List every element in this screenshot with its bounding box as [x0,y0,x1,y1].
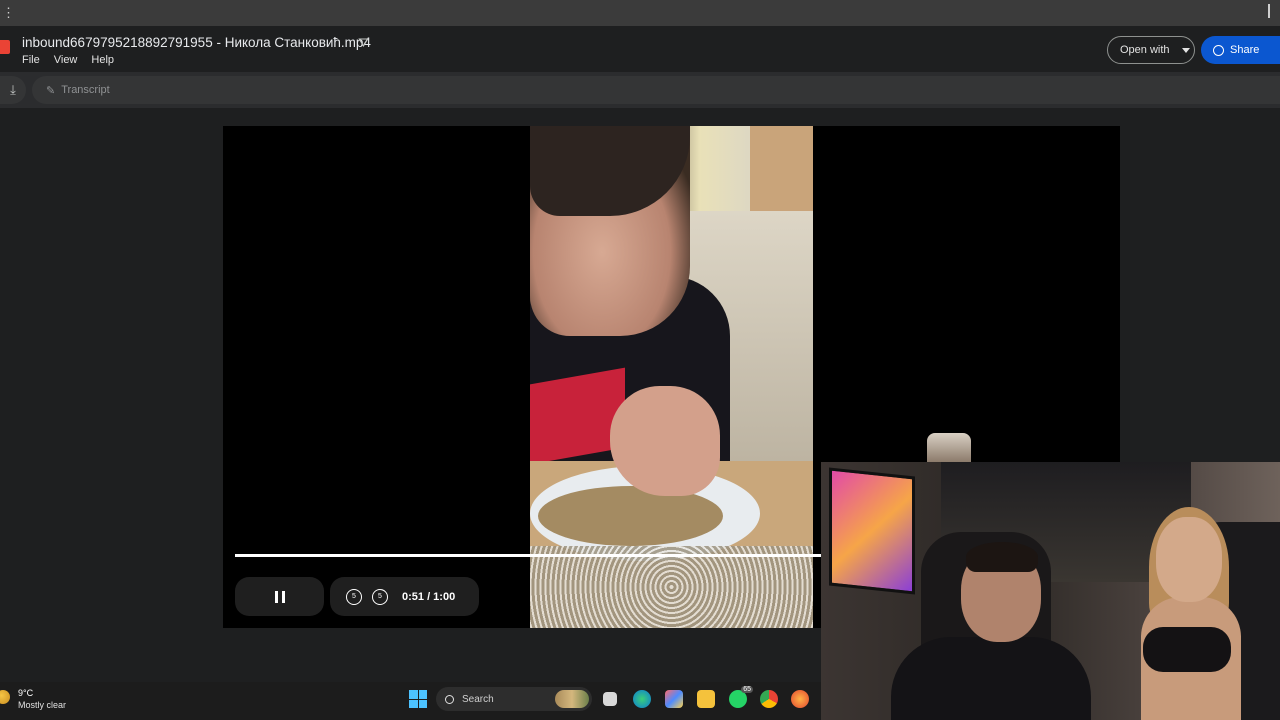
webcam-man-hair [966,542,1038,572]
transcript-icon: ✎ [46,84,56,97]
file-explorer-icon[interactable] [697,690,715,708]
video-food [538,486,723,546]
webcam-tv [829,467,915,595]
search-placeholder: Search [462,693,494,705]
forward-icon[interactable]: 5 [372,588,388,605]
transcript-label: Transcript [61,84,110,96]
download-button[interactable]: ⤓ [0,76,26,104]
webcam-woman-face [1156,517,1222,602]
rewind-icon[interactable]: 5 [346,588,362,605]
video-hand [610,386,720,496]
viewer-header: inbound6679795218892791955 - Никола Стан… [0,26,1280,72]
drive-icon[interactable]: ⛛ [358,35,369,51]
time-display: 0:51 / 1:00 [402,590,456,603]
firefox-icon[interactable] [791,690,809,708]
search-highlight-art [555,690,589,708]
whatsapp-icon[interactable]: 65 [729,686,753,708]
download-icon: ⤓ [10,82,16,97]
globe-icon [1213,44,1224,56]
browser-top-strip: ⋮ [0,0,1280,26]
video-lace [530,546,813,628]
menu-bar: File View Help [22,54,114,66]
playback-controls: 5 5 0:51 / 1:00 [330,577,479,616]
file-title: inbound6679795218892791955 - Никола Стан… [22,35,371,50]
search-icon [445,694,454,704]
seek-bar[interactable] [235,554,821,557]
pause-icon [274,590,285,603]
window-edge-bar [1268,4,1270,18]
menu-file[interactable]: File [22,54,40,66]
weather-temperature: 9°C [18,688,34,698]
menu-help[interactable]: Help [91,54,114,66]
overlay-thumbnail [927,433,971,462]
share-label: Share [1230,44,1260,56]
open-with-label: Open with [1120,44,1170,56]
whatsapp-badge: 65 [741,686,753,693]
viewer-toolbar: ⤓ ✎ Transcript [0,72,1280,108]
open-with-button[interactable]: Open with [1107,36,1195,64]
windows-icon[interactable] [409,690,427,708]
webcam-woman-top [1143,627,1231,672]
copilot-icon[interactable] [665,690,683,708]
file-video-icon [0,40,10,54]
pause-button[interactable] [235,577,324,616]
transcript-button[interactable]: ✎ Transcript [32,76,1280,104]
menu-dots-icon[interactable]: ⋮ [2,5,15,21]
chrome-icon[interactable] [760,690,778,708]
menu-view[interactable]: View [54,54,78,66]
chevron-down-icon [1181,47,1190,53]
search-box[interactable]: Search [436,687,592,711]
share-button[interactable]: Share [1201,36,1280,64]
video-frame [530,126,813,628]
weather-condition: Mostly clear [18,700,67,710]
webcam-overlay [821,462,1280,720]
taskbar: 9°C Mostly clear Search 65 [0,682,821,720]
edge-icon[interactable] [633,690,651,708]
task-view-icon[interactable] [603,692,617,706]
weather-icon[interactable] [0,690,10,704]
webcam-man-body [891,637,1091,720]
